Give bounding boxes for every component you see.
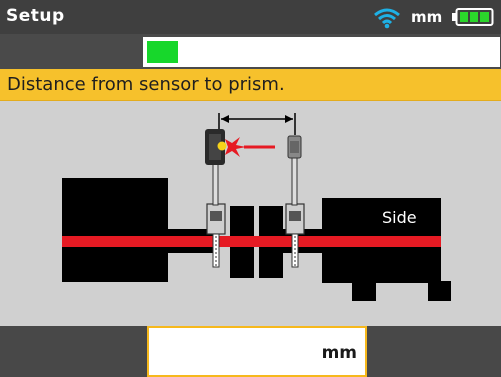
distance-dimension [218,113,296,135]
instruction-text: Distance from sensor to prism. [7,74,285,95]
progress-bar [143,37,500,67]
battery-icon [452,8,494,26]
screen-title: Setup [6,6,65,26]
header-bar: Setup mm [0,0,501,34]
shaft-centerline [62,236,441,247]
unit-indicator: mm [411,8,443,26]
side-label: Side [382,208,417,227]
progress-fill [147,41,178,63]
prism-head [287,135,302,159]
instruction-banner: Distance from sensor to prism. [0,69,501,101]
right-foot-1 [352,281,376,301]
input-unit-label: mm [321,343,357,363]
right-foot-2 [428,281,451,301]
wifi-icon [374,8,400,29]
laser-beam [225,137,275,157]
distance-input[interactable]: mm [147,326,367,377]
alignment-diagram: Side [0,101,501,326]
left-machine [62,178,168,282]
sensor-head [205,129,227,165]
input-panel: mm [0,326,501,377]
